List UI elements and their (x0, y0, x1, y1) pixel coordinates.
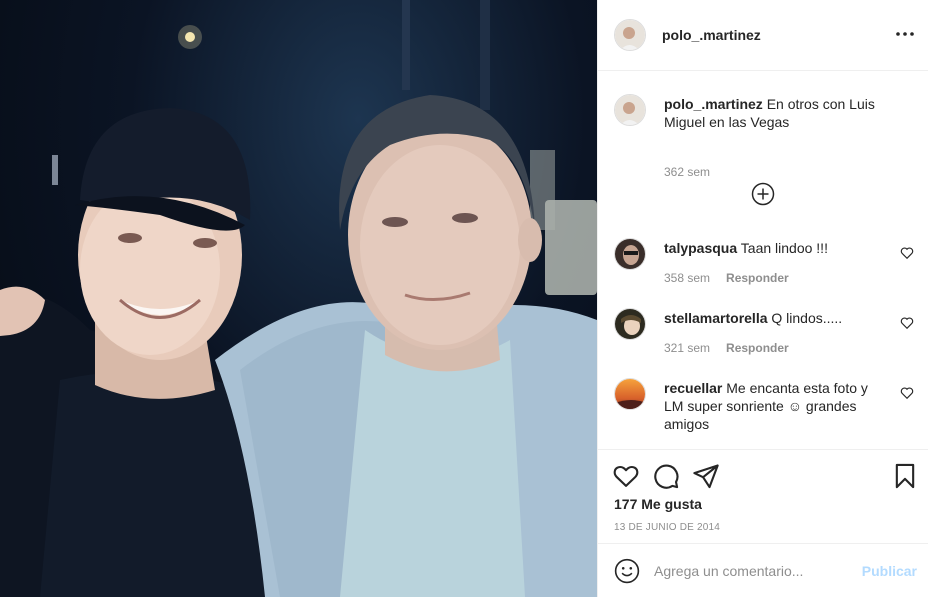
caption-username[interactable]: polo_.martinez (664, 96, 763, 112)
comment-meta: 321 sem Responder (664, 341, 789, 355)
bookmark-icon[interactable] (891, 462, 919, 490)
post-photo[interactable] (0, 0, 597, 597)
comment-username[interactable]: talypasqua (664, 240, 737, 256)
comment-body: Q lindos..... (771, 310, 843, 326)
publish-button[interactable]: Publicar (862, 563, 917, 579)
comment-text: stellamartorella Q lindos..... (664, 309, 884, 327)
heart-icon[interactable] (900, 246, 914, 260)
reply-button[interactable]: Responder (726, 271, 789, 285)
avatar[interactable] (614, 378, 646, 410)
plus-circle-icon[interactable] (751, 182, 775, 206)
comment-icon[interactable] (652, 462, 680, 490)
instagram-post: polo_.martinez polo_.martinez En otros c… (0, 0, 928, 597)
comment-text: talypasqua Taan lindoo !!! (664, 239, 884, 257)
paper-plane-icon[interactable] (692, 462, 720, 490)
post-actions: 177 Me gusta 13 DE JUNIO DE 2014 (598, 449, 928, 543)
avatar[interactable] (614, 94, 646, 126)
comments-section[interactable]: polo_.martinez En otros con Luis Miguel … (598, 72, 928, 450)
comment-time[interactable]: 321 sem (664, 341, 710, 355)
photo-illustration (0, 0, 597, 597)
comment-body: Taan lindoo !!! (740, 240, 828, 256)
avatar[interactable] (614, 308, 646, 340)
comment-time[interactable]: 358 sem (664, 271, 710, 285)
caption-text: polo_.martinez En otros con Luis Miguel … (664, 95, 904, 131)
heart-icon[interactable] (900, 386, 914, 400)
heart-icon[interactable] (900, 316, 914, 330)
likes-count[interactable]: 177 Me gusta (614, 496, 702, 512)
heart-icon[interactable] (612, 462, 640, 490)
post-header: polo_.martinez (598, 0, 928, 71)
comment-input[interactable] (654, 562, 854, 579)
smiley-icon[interactable] (614, 558, 640, 584)
comment-username[interactable]: stellamartorella (664, 310, 768, 326)
add-comment-bar: Publicar (598, 543, 928, 597)
reply-button[interactable]: Responder (726, 341, 789, 355)
post-side-panel: polo_.martinez polo_.martinez En otros c… (597, 0, 928, 597)
comment-text: recuellar Me encanta esta foto y LM supe… (664, 379, 884, 433)
comment-meta: 358 sem Responder (664, 271, 789, 285)
header-username[interactable]: polo_.martinez (662, 27, 761, 43)
comment-username[interactable]: recuellar (664, 380, 722, 396)
more-horizontal-icon[interactable] (893, 22, 917, 46)
avatar[interactable] (614, 238, 646, 270)
post-date[interactable]: 13 DE JUNIO DE 2014 (614, 522, 720, 533)
avatar[interactable] (614, 19, 646, 51)
caption-time[interactable]: 362 sem (664, 165, 710, 179)
